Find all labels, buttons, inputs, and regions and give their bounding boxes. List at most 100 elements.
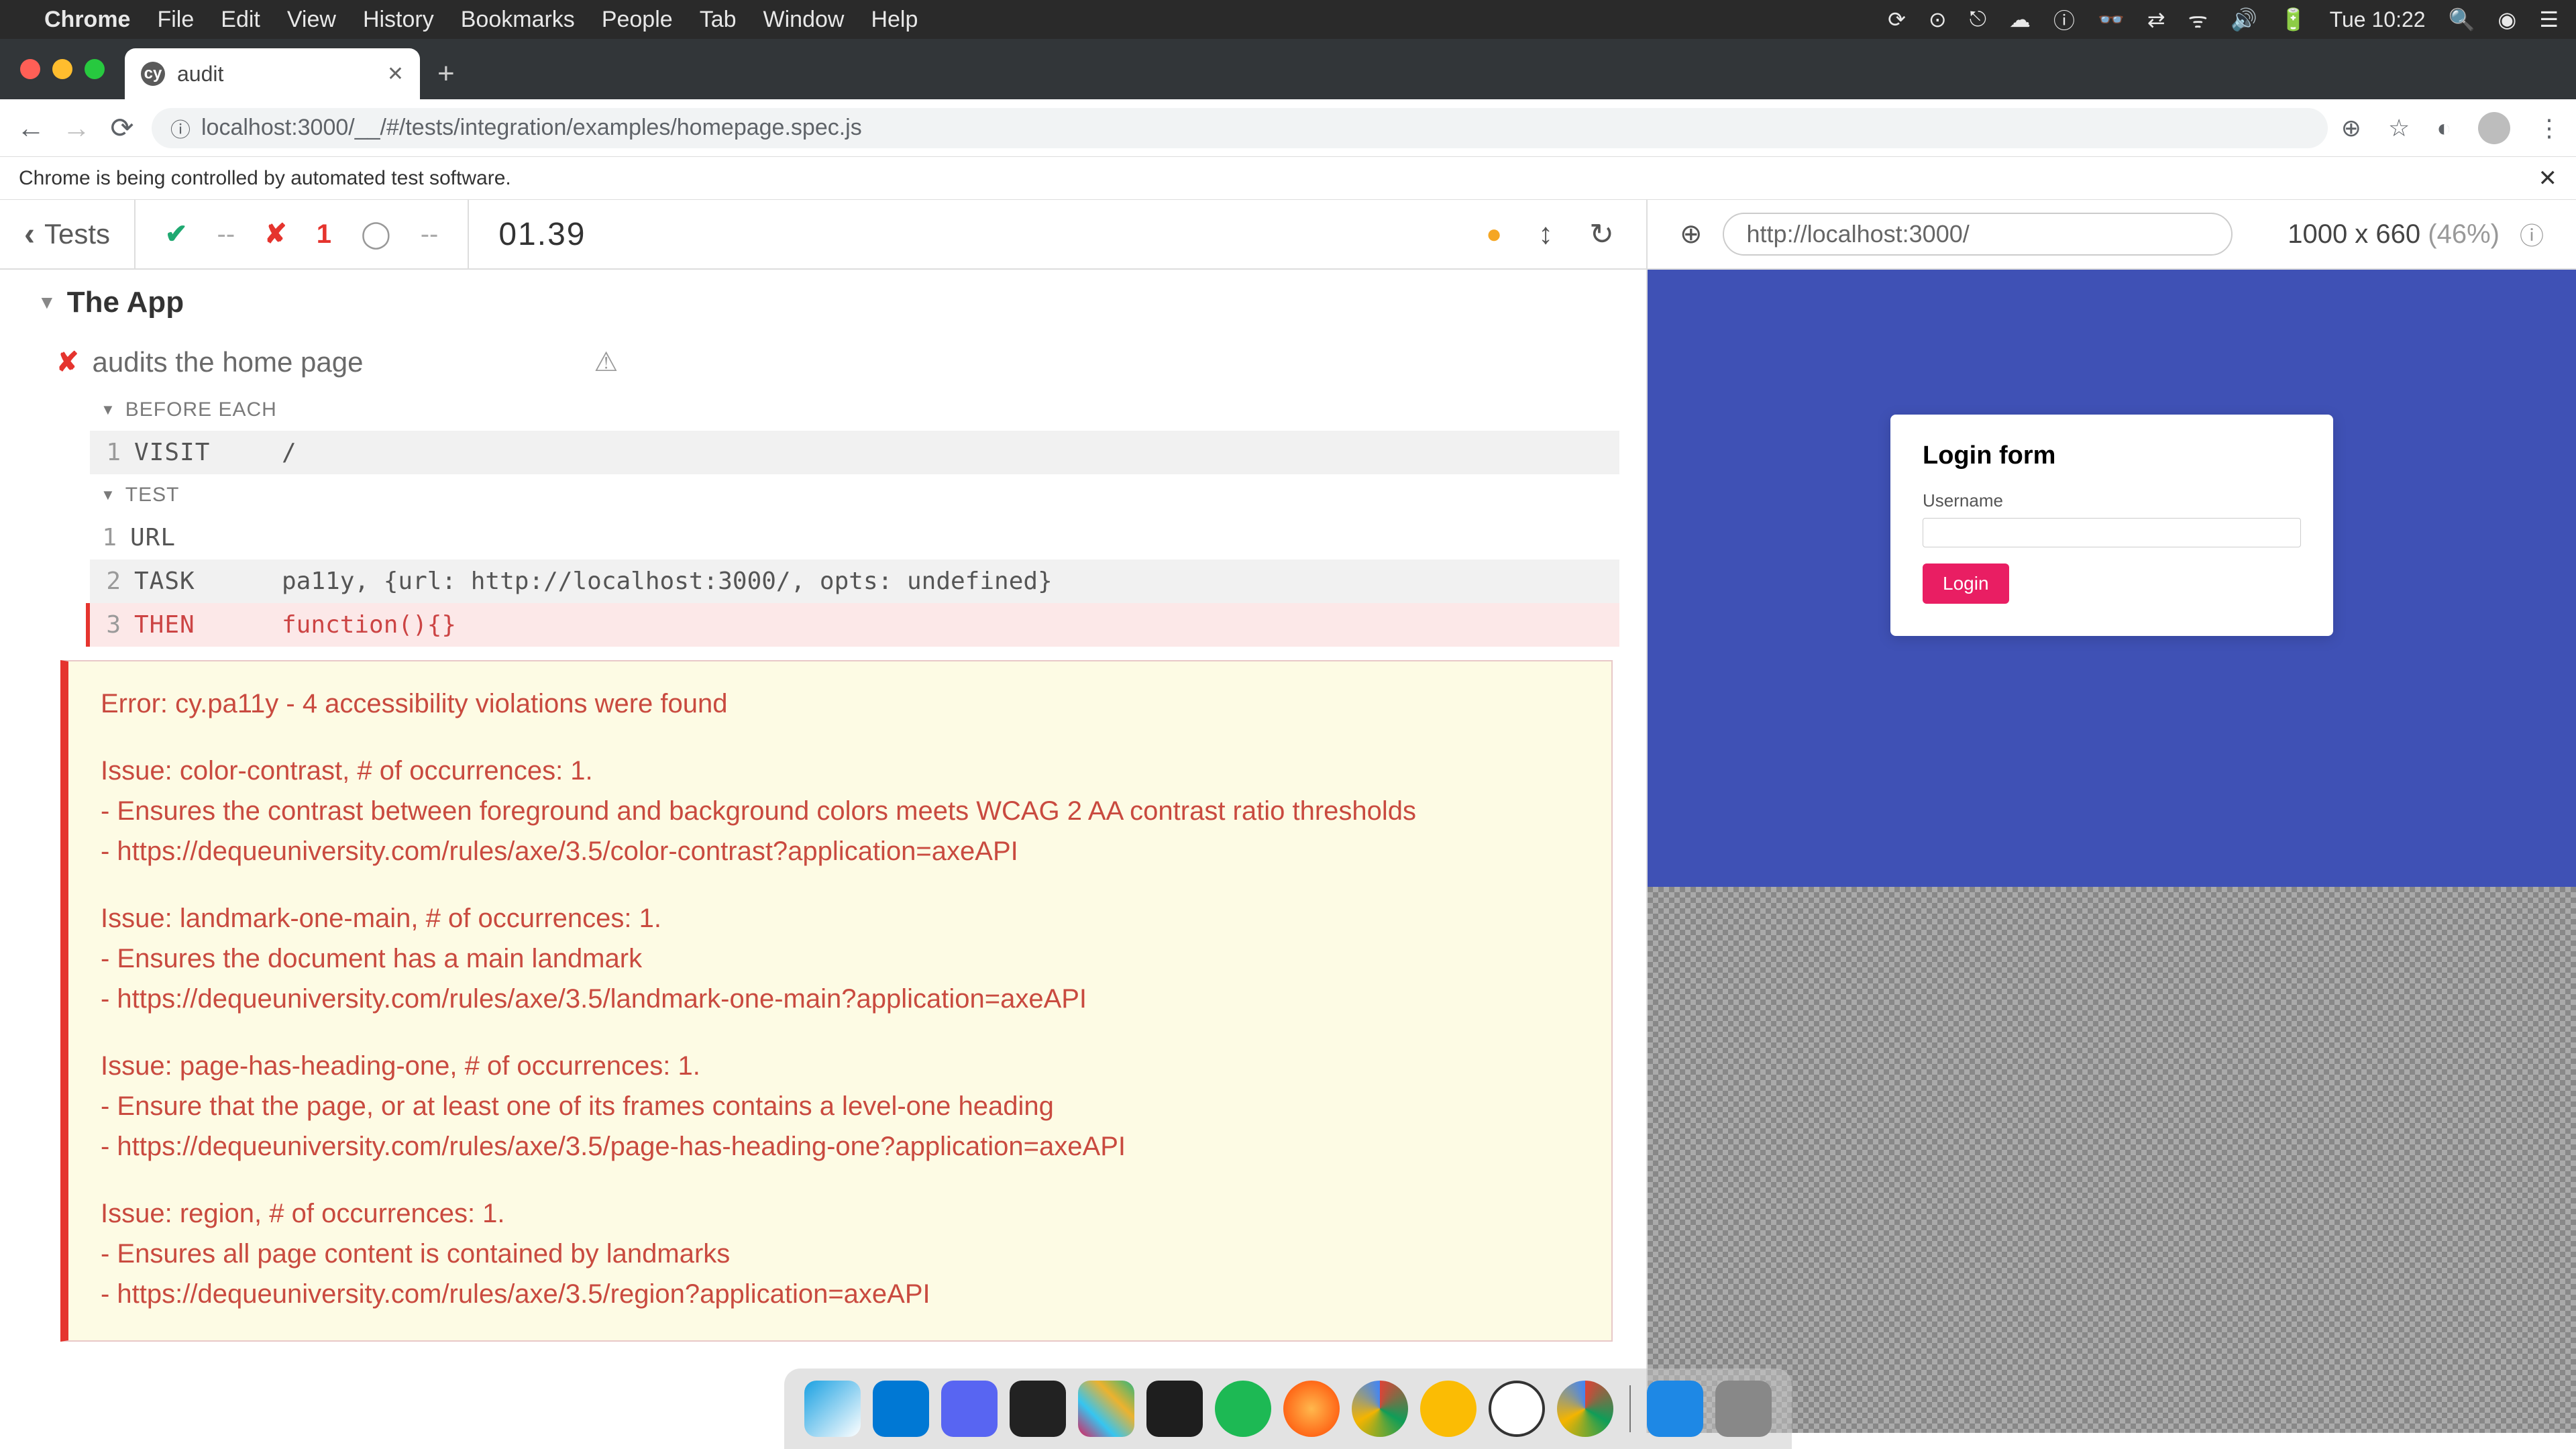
dock-firefox[interactable]	[1283, 1381, 1340, 1437]
preview-panel: ⊕ http://localhost:3000/ 1000 x 660 (46%…	[1648, 200, 2576, 1433]
nav-back-icon[interactable]: ←	[15, 112, 47, 144]
menu-bookmarks[interactable]: Bookmarks	[461, 7, 575, 33]
menu-tab[interactable]: Tab	[700, 7, 737, 33]
nav-reload-icon[interactable]: ⟳	[106, 111, 138, 144]
volume-icon[interactable]: 🔊	[2231, 7, 2257, 32]
tab-close-icon[interactable]: ✕	[387, 62, 404, 86]
hook-test[interactable]: ▼ TEST	[0, 474, 1646, 516]
dock-chrome-canary[interactable]	[1420, 1381, 1477, 1437]
site-info-icon[interactable]: ⓘ	[170, 113, 191, 143]
hook-label: BEFORE EACH	[125, 398, 277, 421]
dock-chrome-2[interactable]	[1557, 1381, 1613, 1437]
chevron-left-icon: ‹	[24, 216, 35, 253]
issue-title: Issue: landmark-one-main, # of occurrenc…	[101, 900, 1579, 936]
siri-icon[interactable]: ◉	[2498, 7, 2516, 32]
menu-history[interactable]: History	[363, 7, 434, 33]
tray-icon[interactable]: ⇄	[2147, 7, 2165, 32]
dock-trash[interactable]	[1715, 1381, 1772, 1437]
menu-help[interactable]: Help	[871, 7, 918, 33]
cmd-name: VISIT	[134, 439, 282, 466]
pending-icon: ◯	[361, 219, 391, 250]
hook-before-each[interactable]: ▼ BEFORE EACH	[0, 389, 1646, 431]
macos-dock	[784, 1368, 1792, 1449]
dock-cypress[interactable]	[1489, 1381, 1545, 1437]
notice-close-icon[interactable]: ✕	[2538, 165, 2558, 192]
window-minimize[interactable]	[52, 59, 72, 79]
dock-vscode[interactable]	[873, 1381, 929, 1437]
bookmark-icon[interactable]: ☆	[2388, 114, 2410, 142]
selector-playground-icon[interactable]: ⊕	[1680, 219, 1703, 250]
caret-down-icon: ▼	[101, 486, 116, 504]
menu-people[interactable]: People	[602, 7, 673, 33]
control-center-icon[interactable]: ☰	[2539, 7, 2559, 32]
nav-forward-icon: →	[60, 112, 93, 144]
app-preview: Login form Username Login	[1648, 270, 2576, 1433]
test-name: audits the home page	[93, 346, 364, 378]
check-icon: ✔	[165, 219, 188, 250]
command-row[interactable]: 1 VISIT /	[90, 431, 1619, 474]
cmd-number: 1	[90, 524, 130, 551]
dock-finder[interactable]	[804, 1381, 861, 1437]
wifi-icon[interactable]: ᯤ	[2188, 5, 2208, 34]
info-icon[interactable]: ⓘ	[2520, 217, 2544, 252]
window-maximize[interactable]	[85, 59, 105, 79]
tests-label: Tests	[44, 218, 110, 250]
extension-icon[interactable]: ◐	[2436, 114, 2451, 142]
command-row[interactable]: 1 URL	[90, 516, 1619, 559]
issue-title: Issue: region, # of occurrences: 1.	[101, 1195, 1579, 1232]
dock-slack[interactable]	[1078, 1381, 1134, 1437]
failed-count: 1	[317, 219, 331, 250]
zoom-icon[interactable]: ⊕	[2341, 114, 2361, 142]
viewport-dimensions: 1000 x 660 (46%)	[2288, 219, 2500, 250]
cmd-number: 1	[94, 439, 134, 466]
menu-file[interactable]: File	[157, 7, 194, 33]
tray-icon[interactable]: ☁	[2009, 7, 2031, 32]
profile-avatar[interactable]	[2478, 112, 2510, 144]
menu-edit[interactable]: Edit	[221, 7, 260, 33]
cmd-name: URL	[130, 524, 278, 551]
stats-counts: ✔ -- ✘ 1 ◯ --	[136, 200, 469, 268]
menubar-tray: ⟳ ⊙ ⎋ ☁ ⓘ 👓 ⇄ ᯤ 🔊 🔋 Tue 10:22 🔍 ◉ ☰	[1888, 4, 2559, 35]
dock-figma[interactable]	[1146, 1381, 1203, 1437]
tray-icon[interactable]: 👓	[2098, 7, 2125, 32]
warning-dot-icon[interactable]: ●	[1486, 219, 1502, 250]
menu-view[interactable]: View	[287, 7, 336, 33]
test-row[interactable]: ✘ audits the home page ⚠	[0, 335, 1646, 389]
battery-icon[interactable]: 🔋	[2280, 7, 2307, 32]
address-bar[interactable]: ⓘ localhost:3000/__/#/tests/integration/…	[152, 108, 2328, 148]
preview-url-text: http://localhost:3000/	[1747, 220, 1970, 248]
tray-icon[interactable]: ⟳	[1888, 7, 1906, 32]
command-row-failed[interactable]: 3 THEN function(){}	[86, 603, 1619, 647]
notice-text: Chrome is being controlled by automated …	[19, 167, 511, 190]
tray-icon[interactable]: ⓘ	[2053, 4, 2075, 35]
tests-back-button[interactable]: ‹ Tests	[0, 200, 136, 268]
error-message: Error: cy.pa11y - 4 accessibility violat…	[60, 660, 1613, 1342]
login-button[interactable]: Login	[1923, 564, 2009, 604]
clock[interactable]: Tue 10:22	[2330, 7, 2426, 32]
dock-app[interactable]	[1647, 1381, 1703, 1437]
menu-window[interactable]: Window	[763, 7, 845, 33]
search-icon[interactable]: 🔍	[2449, 7, 2475, 32]
suite-header[interactable]: ▼ The App	[0, 270, 1646, 335]
viewport-toggle-icon[interactable]: ↕	[1538, 217, 1553, 251]
username-input[interactable]	[1923, 518, 2301, 547]
new-tab-button[interactable]: +	[420, 48, 472, 99]
issue-link: - https://dequeuniversity.com/rules/axe/…	[101, 981, 1579, 1017]
window-close[interactable]	[20, 59, 40, 79]
preview-url[interactable]: http://localhost:3000/	[1723, 213, 2233, 256]
command-row[interactable]: 2 TASK pa11y, {url: http://localhost:300…	[90, 559, 1619, 603]
dock-discord[interactable]	[941, 1381, 998, 1437]
dock-spotify[interactable]	[1215, 1381, 1271, 1437]
issue-desc: - Ensures the contrast between foregroun…	[101, 793, 1579, 829]
menubar-app[interactable]: Chrome	[44, 7, 130, 33]
menu-icon[interactable]: ⋮	[2537, 114, 2561, 142]
rerun-icon[interactable]: ↻	[1589, 217, 1614, 252]
macos-menubar: Chrome File Edit View History Bookmarks …	[0, 0, 2576, 39]
dock-terminal[interactable]	[1010, 1381, 1066, 1437]
dock-chrome[interactable]	[1352, 1381, 1408, 1437]
tray-icon[interactable]: ⎋	[1970, 7, 1986, 32]
pending-count: --	[421, 219, 439, 250]
caret-down-icon: ▼	[38, 292, 56, 313]
browser-tab[interactable]: cy audit ✕	[125, 48, 420, 99]
tray-icon[interactable]: ⊙	[1929, 7, 1947, 32]
